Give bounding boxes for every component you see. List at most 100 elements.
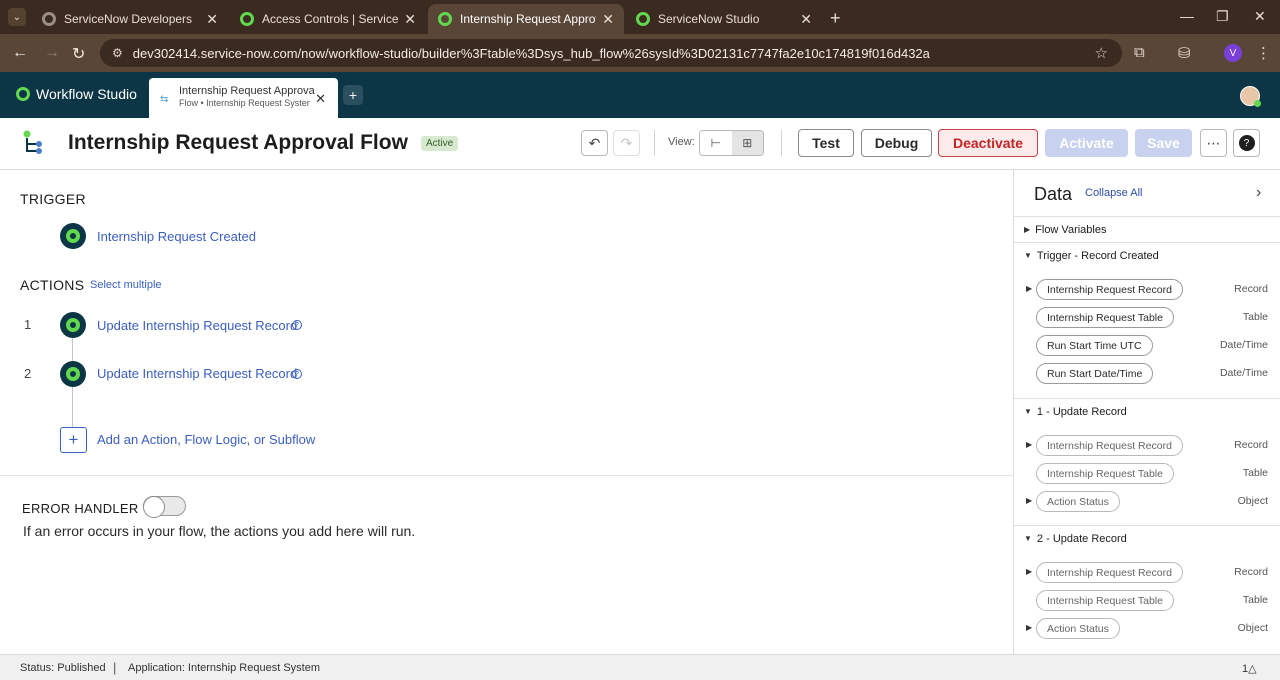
tab-search-chevron-icon[interactable]: ⌄ bbox=[8, 8, 26, 26]
add-action-link[interactable]: Add an Action, Flow Logic, or Subflow bbox=[97, 432, 315, 447]
flow-canvas: TRIGGER Internship Request Created ACTIO… bbox=[0, 170, 1013, 654]
data-type: Table bbox=[1242, 467, 1268, 479]
caret-right-icon[interactable]: ▶ bbox=[1026, 284, 1032, 293]
test-button[interactable]: Test bbox=[798, 129, 854, 157]
data-pill-row: ▶ Internship Request Record Record bbox=[1014, 561, 1280, 585]
browser-tab[interactable]: ServiceNow Developers ✕ bbox=[32, 4, 228, 34]
group-trigger[interactable]: ▼ Trigger - Record Created bbox=[1014, 242, 1280, 268]
caret-right-icon[interactable]: ▶ bbox=[1026, 567, 1032, 576]
action-link[interactable]: Update Internship Request Record bbox=[97, 366, 297, 381]
caret-down-icon: ▼ bbox=[1024, 251, 1032, 260]
data-pill[interactable]: Internship Request Table bbox=[1036, 463, 1174, 484]
browser-tab-label: Access Controls | ServiceNow bbox=[262, 12, 399, 26]
browser-tab[interactable]: Access Controls | ServiceNow ✕ bbox=[230, 4, 426, 34]
servicenow-favicon-icon bbox=[42, 12, 56, 26]
data-type: Object bbox=[1237, 495, 1268, 507]
incognito-icon[interactable]: ⛁ bbox=[1178, 44, 1191, 62]
help-button[interactable]: ? bbox=[1233, 129, 1260, 157]
help-question-icon: ? bbox=[1238, 135, 1255, 151]
brand[interactable]: Workflow Studio bbox=[16, 86, 137, 102]
url-text: dev302414.service-now.com/now/workflow-s… bbox=[132, 45, 930, 61]
data-pill[interactable]: Internship Request Table bbox=[1036, 307, 1174, 328]
maximize-icon[interactable]: ❐ bbox=[1216, 8, 1229, 25]
action-node-icon[interactable] bbox=[60, 312, 86, 338]
undo-icon[interactable]: ↶ bbox=[581, 130, 608, 156]
data-pill[interactable]: Action Status bbox=[1036, 618, 1120, 639]
data-pill[interactable]: Internship Request Table bbox=[1036, 590, 1174, 611]
data-panel-title: Data bbox=[1034, 184, 1073, 204]
bookmark-star-icon[interactable]: ☆ bbox=[1095, 44, 1108, 62]
minimize-icon[interactable]: — bbox=[1180, 8, 1194, 24]
back-arrow-icon[interactable]: ← bbox=[12, 44, 28, 62]
data-panel: Data Collapse All › ▶ Flow Variables ▼ T… bbox=[1013, 170, 1280, 654]
group-flow-variables[interactable]: ▶ Flow Variables bbox=[1014, 216, 1280, 242]
group-label: Trigger - Record Created bbox=[1036, 249, 1159, 262]
notifications-indicator[interactable]: 1△ bbox=[1242, 662, 1257, 675]
save-button[interactable]: Save bbox=[1135, 129, 1192, 157]
group-update-record-2[interactable]: ▼ 2 - Update Record bbox=[1014, 525, 1280, 551]
data-pill-row: Run Start Time UTC Date/Time bbox=[1014, 334, 1280, 358]
browser-tab-label: ServiceNow Developers bbox=[64, 12, 193, 26]
flow-diagram-icon bbox=[23, 130, 42, 154]
error-handler-toggle[interactable] bbox=[143, 496, 186, 518]
browser-tab-active[interactable]: Internship Request Approval Fl ✕ bbox=[428, 4, 624, 34]
select-multiple-link[interactable]: Select multiple bbox=[90, 279, 162, 291]
activate-button[interactable]: Activate bbox=[1045, 129, 1128, 157]
data-pill[interactable]: Action Status bbox=[1036, 491, 1120, 512]
more-options-icon[interactable]: ⋯ bbox=[1200, 129, 1227, 157]
redo-icon[interactable]: ↷ bbox=[613, 130, 640, 156]
help-icon[interactable]: ? bbox=[292, 369, 302, 379]
caret-right-icon: ▶ bbox=[1024, 225, 1031, 234]
window-close-icon[interactable]: ✕ bbox=[1254, 8, 1266, 25]
address-bar[interactable]: ⚙ dev302414.service-now.com/now/workflow… bbox=[100, 39, 1122, 67]
site-info-icon[interactable]: ⚙ bbox=[112, 46, 123, 60]
extensions-icon[interactable]: ⧉ bbox=[1134, 44, 1145, 61]
flow-status-text: Status: Published bbox=[20, 662, 106, 674]
close-tab-icon[interactable]: ✕ bbox=[315, 91, 326, 107]
trigger-link[interactable]: Internship Request Created bbox=[97, 229, 256, 244]
tab-close-icon[interactable]: ✕ bbox=[602, 11, 614, 28]
data-pill-row: ▶ Internship Request Record Record bbox=[1014, 434, 1280, 458]
action-node-icon[interactable] bbox=[60, 361, 86, 387]
page-title: Internship Request Approval Flow bbox=[68, 131, 408, 154]
debug-button[interactable]: Debug bbox=[861, 129, 932, 157]
trigger-heading: TRIGGER bbox=[20, 191, 86, 207]
action-link[interactable]: Update Internship Request Record bbox=[97, 318, 297, 333]
new-tab-plus-icon[interactable]: + bbox=[830, 8, 841, 29]
chevron-right-icon[interactable]: › bbox=[1256, 184, 1261, 202]
diagram-view-icon[interactable]: ⊞ bbox=[731, 131, 763, 155]
app-tab-flow[interactable]: ⇆ Internship Request Approva Flow • Inte… bbox=[149, 78, 338, 118]
data-pill[interactable]: Internship Request Record bbox=[1036, 279, 1183, 300]
browser-menu-icon[interactable]: ⋮ bbox=[1256, 44, 1271, 62]
browser-tab[interactable]: ServiceNow Studio ✕ bbox=[626, 4, 822, 34]
trigger-node-icon[interactable] bbox=[60, 223, 86, 249]
data-pill[interactable]: Internship Request Record bbox=[1036, 562, 1183, 583]
data-pill[interactable]: Run Start Time UTC bbox=[1036, 335, 1153, 356]
tab-close-icon[interactable]: ✕ bbox=[800, 11, 812, 28]
caret-right-icon[interactable]: ▶ bbox=[1026, 496, 1032, 505]
help-icon[interactable]: ? bbox=[292, 320, 302, 330]
step-number: 2 bbox=[24, 366, 32, 381]
data-pill[interactable]: Run Start Date/Time bbox=[1036, 363, 1154, 384]
group-label: Flow Variables bbox=[1035, 223, 1107, 236]
data-type: Record bbox=[1234, 439, 1268, 451]
browser-profile-avatar[interactable]: V bbox=[1224, 44, 1242, 62]
caret-right-icon[interactable]: ▶ bbox=[1026, 623, 1032, 632]
deactivate-button[interactable]: Deactivate bbox=[938, 129, 1038, 157]
user-avatar[interactable] bbox=[1240, 86, 1261, 107]
tree-view-icon[interactable]: ⊢ bbox=[700, 131, 732, 155]
reload-icon[interactable]: ↻ bbox=[72, 44, 85, 64]
error-handler-description: If an error occurs in your flow, the act… bbox=[23, 523, 416, 539]
caret-right-icon[interactable]: ▶ bbox=[1026, 440, 1032, 449]
forward-arrow-icon[interactable]: → bbox=[44, 44, 60, 62]
view-label: View: bbox=[668, 136, 695, 148]
collapse-all-link[interactable]: Collapse All bbox=[1085, 187, 1142, 199]
data-type: Date/Time bbox=[1219, 367, 1268, 379]
add-tab-plus-icon[interactable]: + bbox=[343, 85, 363, 105]
add-action-plus-icon[interactable]: + bbox=[60, 427, 87, 453]
status-badge: Active bbox=[421, 136, 459, 151]
tab-close-icon[interactable]: ✕ bbox=[404, 11, 416, 28]
data-pill[interactable]: Internship Request Record bbox=[1036, 435, 1183, 456]
tab-close-icon[interactable]: ✕ bbox=[206, 11, 218, 28]
group-update-record-1[interactable]: ▼ 1 - Update Record bbox=[1014, 398, 1280, 424]
